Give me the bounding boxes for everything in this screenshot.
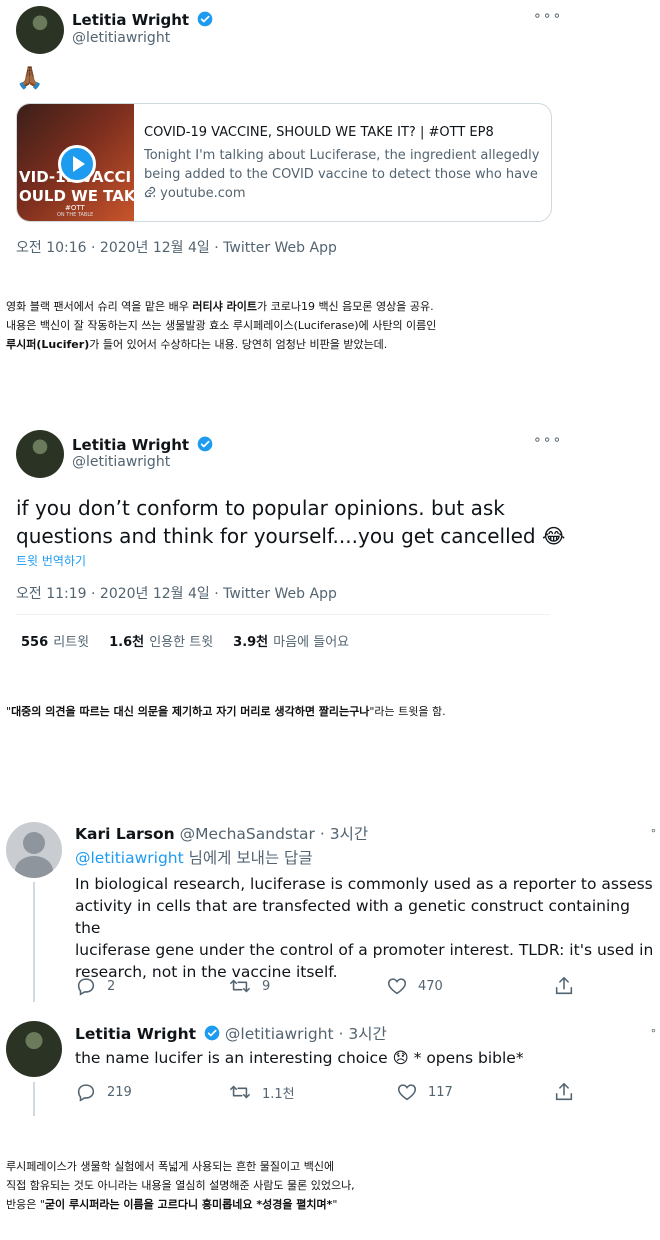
card-domain: youtube.com xyxy=(144,184,246,203)
avatar[interactable] xyxy=(6,1021,62,1077)
reply-header: Letitia Wright @letitiawright · 3시간 xyxy=(75,1022,387,1044)
thread-line xyxy=(33,882,35,1002)
play-icon[interactable] xyxy=(58,145,96,183)
caption-line: 루시퍼(Lucifer)가 들어 있어서 수상하다는 내용. 당연히 엄청난 비… xyxy=(6,338,388,351)
caption-line: 내용은 백신이 잘 작동하는지 쓰는 생물발광 효소 루시페레이스(Lucife… xyxy=(6,319,437,332)
video-thumbnail[interactable]: VID-19 VACCI OULD WE TAKE #OTT ON THE TA… xyxy=(17,104,136,221)
laughing-emoji: 😂 xyxy=(542,524,566,548)
link-icon xyxy=(144,186,156,198)
more-options-icon[interactable]: ∘ xyxy=(650,1024,657,1037)
tweet-timestamp[interactable]: 오전 11:19 · 2020년 12월 4일 · Twitter Web Ap… xyxy=(16,583,337,603)
share-icon xyxy=(555,1082,573,1101)
card-title: COVID-19 VACCINE, SHOULD WE TAKE IT? | #… xyxy=(144,125,494,140)
thread-line xyxy=(33,1082,35,1116)
reply-button[interactable]: 219 xyxy=(75,1081,132,1103)
caption-block-1: 영화 블랙 팬서에서 슈리 역을 맡은 배우 러티샤 라이트가 코로나19 백신… xyxy=(6,297,656,354)
tweet-author: Letitia Wright xyxy=(72,435,213,454)
reply-text: the name lucifer is an interesting choic… xyxy=(75,1049,524,1067)
retweet-count[interactable]: 556 리트윗 xyxy=(21,631,89,650)
author-handle[interactable]: @letitiawright xyxy=(72,30,170,46)
reply-to-handle-link[interactable]: @letitiawright xyxy=(75,849,184,867)
reply-button[interactable]: 2 xyxy=(75,975,115,997)
thumbnail-sub: ON THE TABLE xyxy=(57,212,94,218)
avatar[interactable] xyxy=(16,6,64,54)
reply-actions: 2 9 470 xyxy=(75,975,575,997)
author-handle[interactable]: @letitiawright xyxy=(225,1025,334,1043)
quote-count[interactable]: 1.6천 인용한 트윗 xyxy=(109,631,213,650)
replying-to: @letitiawright 님에게 보내는 답글 xyxy=(75,849,313,867)
retweet-button[interactable]: 1.1천 xyxy=(228,1081,295,1103)
like-button[interactable]: 470 xyxy=(386,975,443,997)
thumbnail-tag: #OTT xyxy=(65,204,85,212)
retweet-icon xyxy=(230,979,250,993)
verified-badge-icon xyxy=(204,1025,220,1041)
caption-block-2: "대중의 의견을 따르는 대신 의문을 제기하고 자기 머리로 생각하면 짤리는… xyxy=(6,705,446,718)
tweet-timestamp[interactable]: 오전 10:16 · 2020년 12월 4일 · Twitter Web Ap… xyxy=(16,237,337,257)
share-button[interactable] xyxy=(553,1081,585,1103)
caption-line: 직접 함유되는 것도 아니라는 내용을 열심히 설명해준 사람도 물론 있었으나… xyxy=(6,1179,355,1192)
avatar[interactable] xyxy=(16,430,64,478)
retweet-icon xyxy=(230,1085,250,1099)
author-handle[interactable]: @MechaSandstar xyxy=(180,825,315,843)
tweet-emoji: 🙏🏾 xyxy=(16,66,44,91)
caption-line: 반응은 "굳이 루시퍼라는 이름을 고르다니 흥미롭네요 *성경을 펼치며*" xyxy=(6,1198,338,1211)
reply-text: In biological research, luciferase is co… xyxy=(75,875,654,981)
more-options-icon[interactable]: ∘∘∘ xyxy=(533,432,562,448)
share-button[interactable] xyxy=(553,975,585,997)
divider xyxy=(16,614,550,615)
share-icon xyxy=(555,976,573,995)
more-options-icon[interactable]: ∘ xyxy=(650,824,657,837)
tweet-author: Letitia Wright xyxy=(72,10,213,29)
default-avatar[interactable] xyxy=(6,822,62,878)
tweet-text: if you don’t conform to popular opinions… xyxy=(16,496,566,548)
disappointed-emoji: 😞 xyxy=(392,1049,409,1067)
reply-actions: 219 1.1천 117 xyxy=(75,1081,575,1103)
translate-tweet-link[interactable]: 트윗 번역하기 xyxy=(16,552,86,569)
tweet-stats: 556 리트윗 1.6천 인용한 트윗 3.9천 마음에 들어요 xyxy=(21,631,349,650)
verified-badge-icon xyxy=(197,11,213,27)
reply-icon xyxy=(77,978,95,996)
caption-line: 영화 블랙 팬서에서 슈리 역을 맡은 배우 러티샤 라이트가 코로나19 백신… xyxy=(6,300,434,313)
retweet-button[interactable]: 9 xyxy=(228,975,270,997)
author-name[interactable]: Kari Larson xyxy=(75,825,175,843)
caption-block-3: 루시페레이스가 생물학 실험에서 폭넓게 사용되는 흔한 물질이고 백신에 직접… xyxy=(6,1157,656,1214)
reply-icon xyxy=(77,1084,95,1102)
like-count[interactable]: 3.9천 마음에 들어요 xyxy=(233,631,349,650)
heart-icon xyxy=(387,978,407,995)
reply-header: Kari Larson @MechaSandstar · 3시간 xyxy=(75,822,368,844)
link-card[interactable]: VID-19 VACCI OULD WE TAKE #OTT ON THE TA… xyxy=(16,103,552,222)
author-handle[interactable]: @letitiawright xyxy=(72,454,170,470)
author-name[interactable]: Letitia Wright xyxy=(72,11,189,29)
verified-badge-icon xyxy=(197,436,213,452)
card-domain-text: youtube.com xyxy=(160,186,246,201)
reply-time[interactable]: · 3시간 xyxy=(339,1025,387,1043)
caption-line: 루시페레이스가 생물학 실험에서 폭넓게 사용되는 흔한 물질이고 백신에 xyxy=(6,1160,335,1173)
reply-time[interactable]: · 3시간 xyxy=(320,825,368,843)
heart-icon xyxy=(397,1084,417,1101)
card-description-line1: Tonight I'm talking about Luciferase, th… xyxy=(144,148,540,163)
author-name[interactable]: Letitia Wright xyxy=(72,436,189,454)
author-name[interactable]: Letitia Wright xyxy=(75,1025,196,1043)
more-options-icon[interactable]: ∘∘∘ xyxy=(533,8,562,24)
like-button[interactable]: 117 xyxy=(396,1081,453,1103)
